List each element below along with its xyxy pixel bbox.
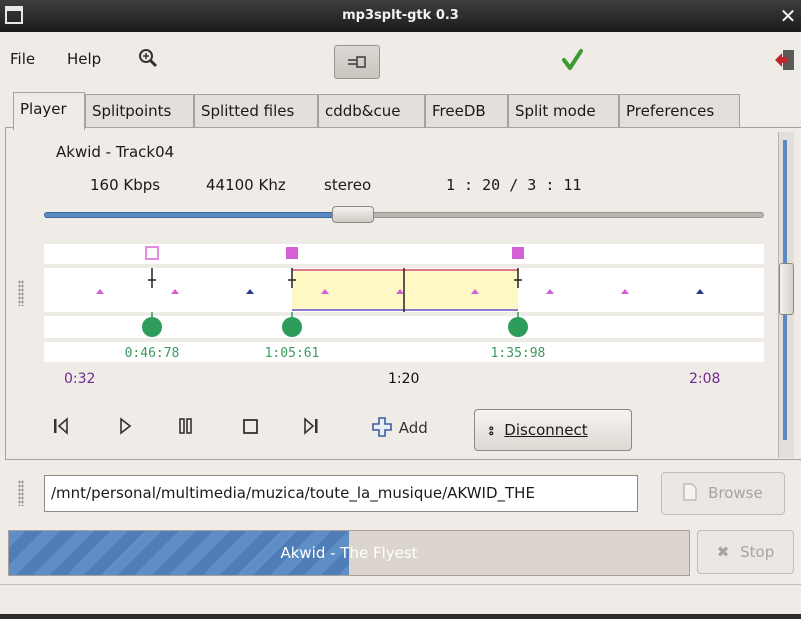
title-bar: mp3splt-gtk 0.3 ✕ bbox=[0, 0, 801, 32]
bitrate-label: 160 Kbps bbox=[90, 176, 161, 194]
disconnect-icon: ⦂ bbox=[489, 421, 494, 439]
song-title: Akwid - Track04 bbox=[56, 143, 175, 161]
progress-text: Akwid - The Flyest bbox=[280, 544, 418, 562]
play-icon[interactable] bbox=[118, 416, 132, 441]
tab-cddb-cue[interactable]: cddb&cue bbox=[318, 94, 425, 128]
split-progress-bar: Akwid - The Flyest bbox=[8, 530, 690, 576]
channel-mode-label: stereo bbox=[324, 176, 372, 194]
pane-grip[interactable] bbox=[18, 480, 24, 506]
window-bottom-edge bbox=[0, 614, 801, 619]
tab-freedb[interactable]: FreeDB bbox=[425, 94, 508, 128]
tab-player[interactable]: Player bbox=[13, 92, 85, 130]
stop-x-icon: ✖ bbox=[716, 543, 730, 561]
scrollbar-thumb[interactable] bbox=[779, 263, 794, 315]
tab-splitpoints[interactable]: Splitpoints bbox=[85, 94, 194, 128]
seek-slider-thumb[interactable] bbox=[332, 206, 374, 223]
add-icon bbox=[372, 417, 392, 437]
splitpoint-view[interactable]: 0:46:78 1:05:61 1:35:98 0:32 1:20 2:08 bbox=[44, 240, 764, 390]
window-title: mp3splt-gtk 0.3 bbox=[342, 8, 459, 23]
browse-button[interactable]: Browse bbox=[661, 472, 785, 515]
check-icon[interactable] bbox=[561, 48, 583, 77]
connect-player-button[interactable] bbox=[334, 45, 380, 79]
splitpoint-marker[interactable] bbox=[512, 247, 524, 259]
disconnect-label: Disconnect bbox=[504, 421, 588, 439]
splitpoint-label: 1:35:98 bbox=[491, 346, 546, 361]
next-icon[interactable] bbox=[302, 416, 320, 441]
add-label: Add bbox=[398, 419, 428, 437]
stop-icon[interactable] bbox=[242, 416, 260, 441]
stop-label: Stop bbox=[740, 543, 775, 561]
menu-bar: File Help bbox=[0, 32, 801, 88]
splitpoint-label: 0:46:78 bbox=[125, 346, 180, 361]
pane-grip[interactable] bbox=[18, 280, 24, 306]
timeline-end-label: 2:08 bbox=[689, 371, 720, 387]
status-bar bbox=[0, 584, 801, 614]
close-icon[interactable]: ✕ bbox=[775, 0, 801, 32]
splitpoint-marker[interactable] bbox=[286, 247, 298, 259]
stop-split-button[interactable]: ✖ Stop bbox=[697, 530, 794, 574]
splitpoint-dot[interactable] bbox=[142, 317, 162, 337]
previous-icon[interactable] bbox=[52, 416, 70, 441]
splitpoint-dot[interactable] bbox=[508, 317, 528, 337]
document-icon bbox=[683, 483, 697, 501]
pause-icon[interactable] bbox=[178, 416, 194, 441]
splitpoint-label: 1:05:61 bbox=[265, 346, 320, 361]
frequency-label: 44100 Khz bbox=[206, 176, 286, 194]
menu-help[interactable]: Help bbox=[67, 50, 101, 68]
timeline-current-label: 1:20 bbox=[388, 371, 419, 387]
selection-region bbox=[292, 270, 518, 310]
file-path-input[interactable]: /mnt/personal/multimedia/muzica/toute_la… bbox=[44, 475, 638, 512]
zoom-icon[interactable] bbox=[138, 48, 158, 72]
tab-bar: Player Splitpoints Splitted files cddb&c… bbox=[0, 92, 801, 130]
tab-splitted-files[interactable]: Splitted files bbox=[194, 94, 318, 128]
exit-icon[interactable] bbox=[774, 48, 796, 77]
tab-preferences[interactable]: Preferences bbox=[619, 94, 740, 128]
splitpoint-marker[interactable] bbox=[145, 246, 159, 260]
browse-label: Browse bbox=[708, 484, 763, 502]
timeline-start-label: 0:32 bbox=[64, 371, 95, 387]
menu-file[interactable]: File bbox=[10, 50, 35, 68]
tab-split-mode[interactable]: Split mode bbox=[508, 94, 619, 128]
time-label: 1 : 20 / 3 : 11 bbox=[446, 176, 582, 194]
splitpoint-dot[interactable] bbox=[282, 317, 302, 337]
disconnect-button[interactable]: ⦂ Disconnect bbox=[474, 409, 632, 451]
add-splitpoint-button[interactable]: Add bbox=[370, 416, 428, 438]
seek-slider-fill bbox=[44, 212, 344, 218]
